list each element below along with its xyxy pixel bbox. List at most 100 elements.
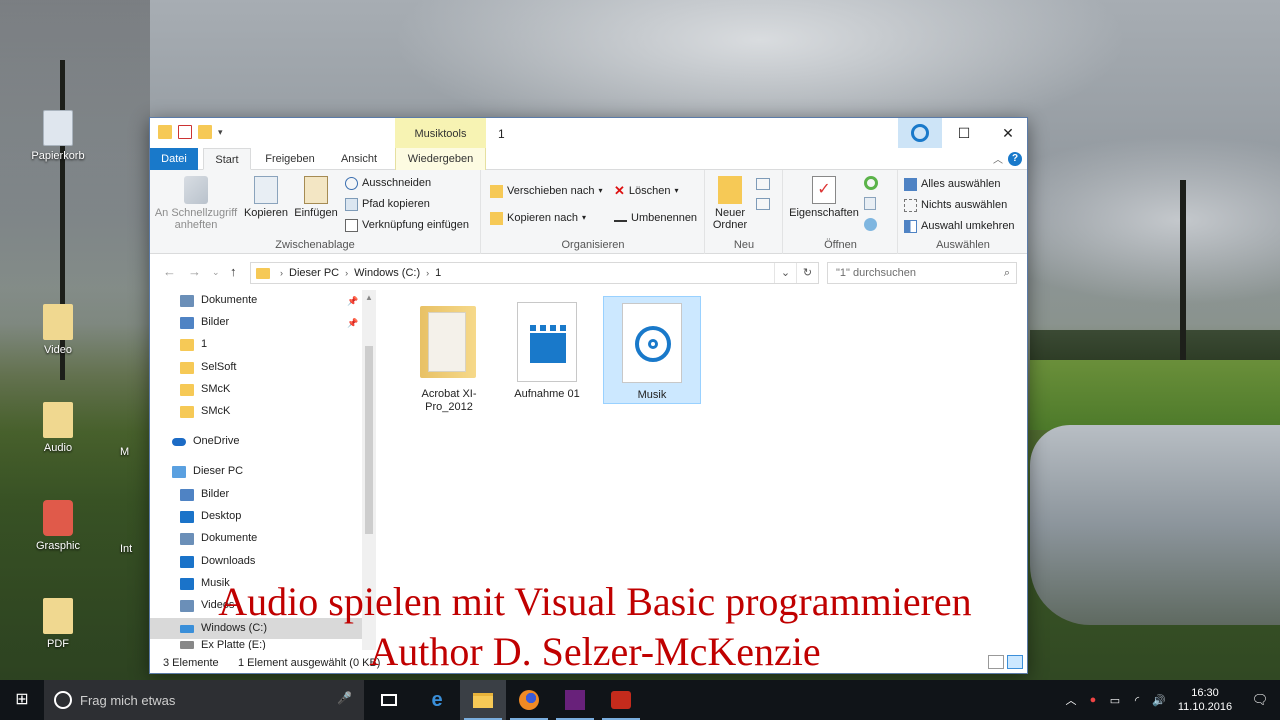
breadcrumb-1[interactable]: 1 — [435, 267, 441, 279]
tab-ansicht[interactable]: Ansicht — [330, 148, 388, 170]
tab-wiedergeben[interactable]: Wiedergeben — [395, 148, 486, 170]
address-bar[interactable]: › Dieser PC › Windows (C:) › 1 ⌄ ↻ — [250, 262, 819, 284]
action-center-icon[interactable]: 🗨 — [1240, 692, 1280, 708]
nav-item-selsoft[interactable]: SelSoft — [180, 357, 236, 378]
desktop-icon-video[interactable]: Video — [26, 304, 90, 356]
address-dropdown-icon[interactable]: ⌄ — [774, 263, 796, 283]
tab-datei[interactable]: Datei — [150, 148, 198, 170]
nav-scrollbar[interactable]: ▲ — [362, 290, 376, 650]
task-view-button[interactable] — [366, 680, 412, 720]
taskbar-visual-studio[interactable] — [552, 680, 598, 720]
invert-selection-button[interactable]: Auswahl umkehren — [904, 217, 1015, 235]
qat-dropdown-icon[interactable]: ▾ — [218, 127, 223, 138]
forward-arrow-icon[interactable]: → — [188, 264, 201, 279]
scroll-up-icon[interactable]: ▲ — [365, 293, 373, 302]
delete-button[interactable]: ✕ Löschen ▾ — [614, 182, 679, 200]
battery-icon[interactable]: ▭ — [1104, 694, 1126, 707]
nav-item-smck-2[interactable]: SMcK — [180, 401, 230, 422]
file-item-acrobat[interactable]: Acrobat XI-Pro_2012 — [400, 296, 498, 413]
file-item-musik[interactable]: Musik — [603, 296, 701, 404]
close-button[interactable]: ✕ — [986, 118, 1030, 148]
copy-path-button[interactable]: Pfad kopieren — [345, 195, 430, 213]
taskbar-edge[interactable]: e — [414, 680, 460, 720]
recent-dropdown-icon[interactable]: ⌄ — [212, 267, 220, 278]
volume-icon[interactable]: 🔊 — [1148, 694, 1170, 707]
maximize-button[interactable]: ☐ — [942, 118, 986, 148]
folder-icon[interactable] — [158, 125, 172, 139]
minimize-button[interactable] — [898, 118, 942, 148]
refresh-icon[interactable]: ↻ — [796, 263, 818, 283]
dropdown-icon: ▾ — [674, 186, 679, 195]
help-icon[interactable]: ? — [1008, 152, 1022, 166]
new-folder-button[interactable]: Neuer Ordner — [710, 176, 750, 231]
start-button[interactable]: ⊞ — [0, 680, 44, 720]
nav-item-dokumente[interactable]: Dokumente — [180, 290, 257, 311]
select-all-button[interactable]: Alles auswählen — [904, 175, 1001, 193]
copy-to-button[interactable]: Kopieren nach ▾ — [490, 209, 586, 227]
desktop-icon-grasphic[interactable]: Grasphic — [26, 500, 90, 552]
back-arrow-icon[interactable]: ← — [163, 264, 176, 279]
nav-item-desktop[interactable]: Desktop — [180, 506, 241, 527]
large-icons-view-icon[interactable] — [1007, 655, 1023, 669]
tab-freigeben[interactable]: Freigeben — [258, 148, 322, 170]
taskbar-firefox[interactable] — [506, 680, 552, 720]
scroll-thumb[interactable] — [365, 346, 373, 534]
paste-icon — [304, 176, 328, 204]
chevron-right-icon[interactable]: › — [345, 268, 348, 278]
nav-item-bilder[interactable]: Bilder — [180, 312, 229, 333]
properties-icon[interactable] — [178, 125, 192, 139]
properties-button[interactable]: ✓ Eigenschaften — [788, 176, 860, 219]
history-icon[interactable] — [864, 218, 877, 231]
breadcrumb-dieser-pc[interactable]: Dieser PC — [289, 267, 339, 279]
search-input[interactable]: "1" durchsuchen ⌕ — [827, 262, 1017, 284]
nav-item-videos[interactable]: Videos — [180, 595, 234, 616]
nav-item-ex-platte[interactable]: Ex Platte (E:) — [180, 640, 266, 650]
select-none-button[interactable]: Nichts auswählen — [904, 196, 1007, 214]
nav-item-onedrive[interactable]: OneDrive — [172, 431, 239, 452]
pin-quick-access-button[interactable]: An Schnellzugriff anheften — [154, 176, 238, 231]
open-icon[interactable] — [864, 176, 878, 190]
taskbar-clock[interactable]: 16:30 11.10.2016 — [1170, 686, 1240, 714]
paste-button[interactable]: Einfügen — [292, 176, 340, 219]
nav-item-pc-bilder[interactable]: Bilder — [180, 484, 229, 505]
details-view-icon[interactable] — [988, 655, 1004, 669]
nav-item-smck[interactable]: SMcK — [180, 379, 230, 400]
nav-item-dieser-pc[interactable]: Dieser PC — [172, 461, 243, 482]
nav-item-pc-dokumente[interactable]: Dokumente — [180, 528, 257, 549]
up-arrow-icon[interactable]: ↑ — [230, 264, 237, 279]
nav-item-folder-1[interactable]: 1 — [180, 334, 207, 355]
desktop-icon-recycle-bin[interactable]: Papierkorb — [26, 110, 90, 162]
cortana-search-box[interactable]: Frag mich etwas 🎤 — [44, 680, 364, 720]
edit-icon[interactable] — [864, 197, 876, 210]
paste-shortcut-button[interactable]: Verknüpfung einfügen — [345, 216, 469, 234]
collapse-ribbon-icon[interactable]: ︿ — [993, 151, 1003, 166]
file-item-aufnahme[interactable]: Aufnahme 01 — [498, 296, 596, 404]
nav-item-downloads[interactable]: Downloads — [180, 551, 255, 572]
tab-start[interactable]: Start — [203, 148, 251, 170]
new-folder-icon[interactable] — [198, 125, 212, 139]
rename-button[interactable]: Umbenennen — [614, 209, 697, 227]
chevron-right-icon[interactable]: › — [426, 268, 429, 278]
folder-icon — [180, 405, 194, 418]
breadcrumb-windows-c[interactable]: Windows (C:) — [354, 267, 420, 279]
desktop-icon-audio[interactable]: Audio — [26, 402, 90, 454]
taskbar-screen-recorder[interactable] — [598, 680, 644, 720]
wifi-icon[interactable]: ◜ — [1126, 694, 1148, 707]
easy-access-icon[interactable] — [756, 198, 770, 210]
desktop-icon-pdf[interactable]: PDF — [26, 598, 90, 650]
nav-item-windows-c[interactable]: Windows (C:) — [150, 618, 362, 639]
copy-button[interactable]: Kopieren — [242, 176, 290, 219]
pin-icon[interactable]: 📌 — [347, 318, 358, 329]
taskbar-explorer[interactable] — [460, 680, 506, 720]
recorder-icon — [611, 691, 631, 709]
show-hidden-icons-icon[interactable]: ︿ — [1060, 692, 1082, 708]
pin-icon[interactable]: 📌 — [347, 296, 358, 307]
new-item-icon[interactable] — [756, 178, 770, 190]
move-to-button[interactable]: Verschieben nach ▾ — [490, 182, 602, 200]
chevron-right-icon[interactable]: › — [280, 268, 283, 278]
antivirus-icon[interactable]: ● — [1082, 694, 1104, 706]
cut-button[interactable]: Ausschneiden — [345, 174, 431, 192]
copy-folder-icon — [490, 211, 503, 225]
nav-item-musik[interactable]: Musik — [180, 573, 230, 594]
microphone-icon[interactable]: 🎤 — [337, 691, 352, 705]
